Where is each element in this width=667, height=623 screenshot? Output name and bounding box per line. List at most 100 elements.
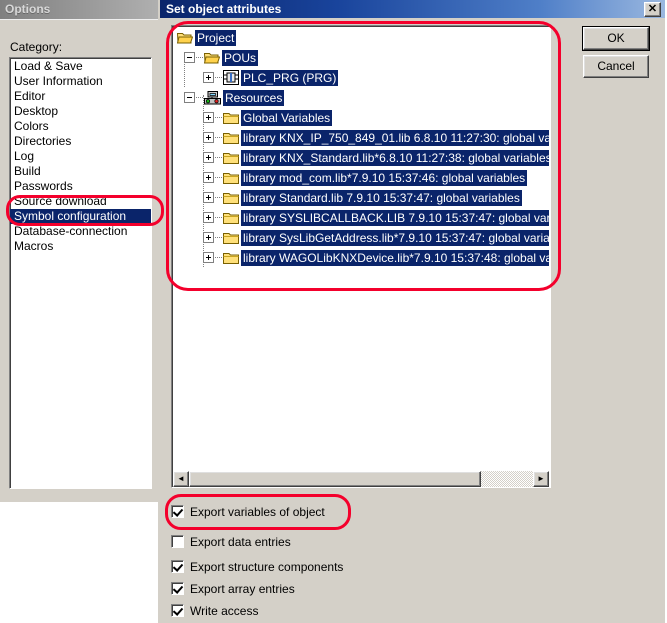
cancel-button[interactable]: Cancel (583, 55, 649, 78)
tree-connector (215, 196, 222, 199)
export-structure-components-label: Export structure components (190, 559, 344, 574)
tree-connector (215, 136, 222, 139)
tree-guide-line (203, 95, 204, 267)
scroll-right-arrow-icon[interactable]: ► (533, 471, 549, 487)
expand-icon[interactable] (203, 172, 214, 184)
tree-connector (215, 116, 222, 119)
category-item-colors[interactable]: Colors (10, 119, 151, 134)
tree-item-label: Project (195, 29, 237, 46)
export-array-entries-label: Export array entries (190, 581, 295, 596)
tree-item-label: Resources (223, 89, 285, 106)
tree-item-label: PLC_PRG (PRG) (241, 69, 339, 86)
tree-item-label: library KNX_IP_750_849_01.lib 6.8.10 11:… (241, 129, 549, 146)
folder-closed-icon (223, 131, 239, 145)
tree-guide-line (184, 55, 185, 87)
tree-item[interactable]: Global Variables (173, 107, 549, 127)
export-data-entries-checkbox-row[interactable]: Export data entries (171, 531, 291, 551)
category-item-load-save[interactable]: Load & Save (10, 59, 151, 74)
object-tree-panel[interactable]: Project POUs PLC_PRG (PRG) Resources Global … (171, 25, 551, 488)
expand-icon[interactable] (203, 132, 214, 144)
tree-item-label: library mod_com.lib*7.9.10 15:37:46: glo… (241, 169, 528, 186)
tree-connector (215, 76, 222, 79)
export-data-entries-checkbox[interactable] (171, 535, 184, 549)
category-item-symbol-configuration[interactable]: Symbol configuration (10, 209, 151, 224)
category-item-build[interactable]: Build (10, 164, 151, 179)
write-access-checkbox[interactable] (171, 604, 184, 618)
folder-closed-icon (223, 191, 239, 205)
expand-icon[interactable] (203, 112, 214, 124)
object-tree[interactable]: Project POUs PLC_PRG (PRG) Resources Global … (173, 27, 549, 471)
folder-closed-icon (223, 151, 239, 165)
expand-icon[interactable] (203, 72, 214, 84)
tree-item-label: library KNX_Standard.lib*6.8.10 11:27:38… (241, 149, 549, 166)
folder-closed-icon (223, 171, 239, 185)
tree-connector (215, 256, 222, 259)
tree-item-label: library SysLibGetAddress.lib*7.9.10 15:3… (241, 229, 549, 246)
expand-icon[interactable] (203, 192, 214, 204)
expand-icon[interactable] (203, 232, 214, 244)
collapse-icon[interactable] (184, 92, 195, 104)
export-array-entries-checkbox-row[interactable]: Export array entries (171, 578, 295, 598)
tree-connector (196, 56, 203, 59)
expand-icon[interactable] (203, 212, 214, 224)
dialog-title: Set object attributes (166, 2, 282, 16)
tree-item[interactable]: POUs (173, 47, 549, 67)
dialog-titlebar[interactable]: Set object attributes (160, 0, 667, 18)
tree-horizontal-scrollbar[interactable]: ◄ ► (173, 471, 549, 487)
tree-item[interactable]: library mod_com.lib*7.9.10 15:37:46: glo… (173, 167, 549, 187)
category-item-macros[interactable]: Macros (10, 239, 151, 254)
expand-icon[interactable] (203, 252, 214, 264)
folder-open-icon (177, 31, 193, 45)
tree-item[interactable]: library WAGOLibKNXDevice.lib*7.9.10 15:3… (173, 247, 549, 267)
tree-item-label: Global Variables (241, 109, 333, 126)
export-structure-components-checkbox-row[interactable]: Export structure components (171, 556, 343, 576)
export-variables-of-object-checkbox-row[interactable]: Export variables of object (171, 501, 325, 521)
folder-open-icon (204, 51, 220, 65)
close-icon[interactable]: ✕ (644, 2, 661, 17)
category-listbox[interactable]: Load & Save User Information Editor Desktop… (9, 57, 152, 489)
export-variables-of-object-label: Export variables of object (190, 504, 325, 519)
folder-closed-icon (223, 111, 239, 125)
tree-item[interactable]: library SYSLIBCALLBACK.LIB 7.9.10 15:37:… (173, 207, 549, 227)
tree-item[interactable]: library Standard.lib 7.9.10 15:37:47: gl… (173, 187, 549, 207)
folder-closed-icon (223, 211, 239, 225)
export-variables-of-object-checkbox[interactable] (171, 505, 184, 519)
tree-item-label: library SYSLIBCALLBACK.LIB 7.9.10 15:37:… (241, 209, 549, 226)
category-item-desktop[interactable]: Desktop (10, 104, 151, 119)
tree-connector (215, 176, 222, 179)
category-item-user-information[interactable]: User Information (10, 74, 151, 89)
tree-item[interactable]: PLC_PRG (PRG) (173, 67, 549, 87)
category-item-editor[interactable]: Editor (10, 89, 151, 104)
options-window-titlebar[interactable]: Options (0, 0, 160, 19)
pou-program-icon (223, 70, 239, 86)
collapse-icon[interactable] (184, 52, 195, 64)
folder-closed-icon (223, 251, 239, 265)
tree-item-label: POUs (222, 49, 259, 66)
tree-item[interactable]: library SysLibGetAddress.lib*7.9.10 15:3… (173, 227, 549, 247)
tree-item[interactable]: library KNX_IP_750_849_01.lib 6.8.10 11:… (173, 127, 549, 147)
tree-connector (196, 96, 203, 99)
tree-connector (215, 216, 222, 219)
expand-icon[interactable] (203, 152, 214, 164)
ok-button[interactable]: OK (582, 26, 650, 51)
export-array-entries-checkbox[interactable] (171, 582, 184, 596)
write-access-label: Write access (190, 603, 259, 618)
category-item-database-connection[interactable]: Database-connection (10, 224, 151, 239)
tree-connector (215, 156, 222, 159)
tree-item[interactable]: Resources (173, 87, 549, 107)
write-access-checkbox-row[interactable]: Write access (171, 600, 258, 620)
scroll-left-arrow-icon[interactable]: ◄ (173, 471, 189, 487)
category-item-log[interactable]: Log (10, 149, 151, 164)
tree-item[interactable]: library KNX_Standard.lib*6.8.10 11:27:38… (173, 147, 549, 167)
category-item-passwords[interactable]: Passwords (10, 179, 151, 194)
tree-item[interactable]: Project (173, 27, 549, 47)
folder-closed-icon (223, 231, 239, 245)
resources-icon (204, 90, 221, 105)
category-label: Category: (10, 40, 63, 54)
scrollbar-thumb[interactable] (189, 471, 481, 487)
export-data-entries-label: Export data entries (190, 534, 291, 549)
export-structure-components-checkbox[interactable] (171, 560, 184, 574)
category-item-source-download[interactable]: Source download (10, 194, 151, 209)
category-item-directories[interactable]: Directories (10, 134, 151, 149)
options-window-title: Options (5, 2, 51, 16)
